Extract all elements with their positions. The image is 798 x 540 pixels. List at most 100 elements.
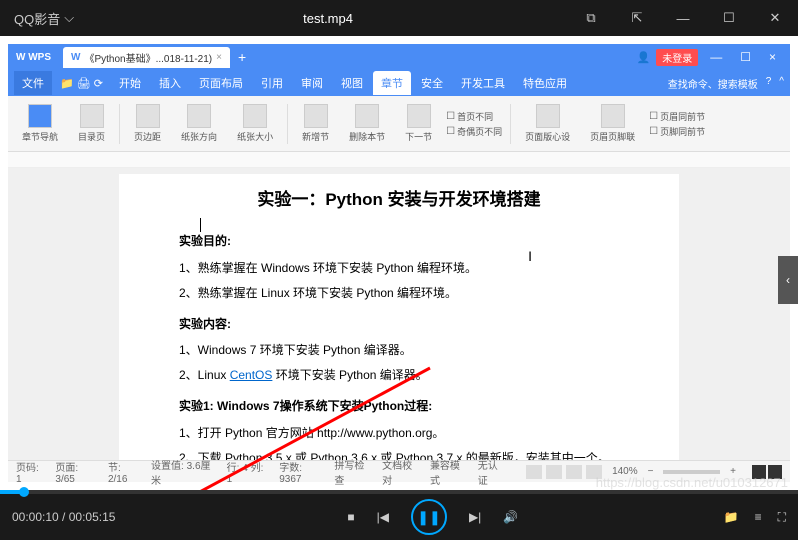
ribbon-size[interactable]: 纸张大小 <box>231 104 279 143</box>
app-name[interactable]: QQ影音 ⌵ <box>0 9 88 28</box>
doc-tab-label: 《Python基础》...018-11-21) <box>84 50 212 65</box>
check-firstpage[interactable]: 首页不同 <box>446 110 502 123</box>
help-icon[interactable]: ? <box>766 76 772 91</box>
wps-ruler[interactable] <box>8 152 790 168</box>
wps-window: W WPS W 《Python基础》...018-11-21) × + 👤 未登… <box>8 44 790 482</box>
status-rowcol: 行: 4 列: 1 <box>227 459 270 485</box>
status-section[interactable]: 节: 2/16 <box>108 459 141 485</box>
time-display: 00:00:10 / 00:05:15 <box>12 510 142 524</box>
menu-file[interactable]: 文件 <box>14 71 52 95</box>
check-footer-prev[interactable]: 页脚同前节 <box>649 125 705 138</box>
wps-ribbon: 章节导航 目录页 页边距 纸张方向 纸张大小 新增节 删除本节 下一节 首页不同… <box>8 96 790 152</box>
menu-insert[interactable]: 插入 <box>151 71 189 95</box>
ribbon-delsec[interactable]: 删除本节 <box>343 104 391 143</box>
status-spell[interactable]: 拼写检查 <box>334 457 372 487</box>
doc-p2: 2、熟练掌握在 Linux 环境下安装 Python 编程环境。 <box>179 282 619 305</box>
ribbon-orient[interactable]: 纸张方向 <box>175 104 223 143</box>
playlist-button[interactable]: ≡ <box>755 510 762 524</box>
pip-button[interactable]: ⧉ <box>568 0 614 36</box>
collapse-ribbon-icon[interactable]: ^ <box>779 76 784 91</box>
video-content[interactable]: W WPS W 《Python基础》...018-11-21) × + 👤 未登… <box>0 36 798 490</box>
view-mode-icons[interactable] <box>526 465 602 479</box>
status-cert: 无认证 <box>478 457 506 487</box>
menu-review[interactable]: 审阅 <box>293 71 331 95</box>
menu-view[interactable]: 视图 <box>333 71 371 95</box>
menu-ref[interactable]: 引用 <box>253 71 291 95</box>
controls-center: ■ |◀ ❚❚ ▶| 🔊 <box>142 499 724 535</box>
add-tab-button[interactable]: + <box>230 49 254 65</box>
check-header-prev[interactable]: 页眉同前节 <box>649 110 705 123</box>
video-filename: test.mp4 <box>88 11 568 26</box>
menu-chapter[interactable]: 章节 <box>373 71 411 95</box>
window-controls: ⧉ ⇱ — ☐ ✕ <box>568 0 798 36</box>
doc-p6: 2、下载 Python 3.5.x 或 Python 3.6.x 或 Pytho… <box>179 447 619 460</box>
login-badge[interactable]: 未登录 <box>656 49 698 66</box>
open-button[interactable]: 📁 <box>724 510 739 524</box>
volume-button[interactable]: 🔊 <box>503 510 518 524</box>
player-controls: 00:00:10 / 00:05:15 ■ |◀ ❚❚ ▶| 🔊 📁 ≡ ⛶ <box>0 494 798 540</box>
doc-title: 实验一：Python 安装与开发环境搭建 <box>179 184 619 216</box>
ribbon-pageset[interactable]: 页面版心设 <box>519 104 576 143</box>
document-page: 实验一：Python 安装与开发环境搭建 实验目的: 1、熟练掌握在 Windo… <box>119 174 679 460</box>
doc-p4: 2、Linux CentOS 环境下安装 Python 编译器。 <box>179 364 619 387</box>
status-compat: 兼容模式 <box>430 457 468 487</box>
menu-dev[interactable]: 开发工具 <box>453 71 513 95</box>
user-icon[interactable]: 👤 <box>637 51 651 64</box>
doc-p1: 1、熟练掌握在 Windows 环境下安装 Python 编程环境。 <box>179 257 619 280</box>
ribbon-nav[interactable]: 章节导航 <box>16 104 64 143</box>
search-hint[interactable]: 查找命令、搜索模板 <box>668 76 758 91</box>
status-words[interactable]: 字数: 9367 <box>279 459 324 485</box>
ribbon-toc[interactable]: 目录页 <box>72 104 111 143</box>
menu-start[interactable]: 开始 <box>111 71 149 95</box>
maximize-button[interactable]: ☐ <box>706 0 752 36</box>
wps-close[interactable]: × <box>763 50 782 64</box>
close-tab-icon[interactable]: × <box>216 52 222 63</box>
status-pages[interactable]: 页面: 3/65 <box>55 459 98 485</box>
doc-p3: 1、Windows 7 环境下安装 Python 编译器。 <box>179 339 619 362</box>
ibeam-cursor-icon: I <box>528 248 532 264</box>
close-button[interactable]: ✕ <box>752 0 798 36</box>
pin-button[interactable]: ⇱ <box>614 0 660 36</box>
ribbon-checks2: 页眉同前节 页脚同前节 <box>649 110 705 138</box>
menu-home-icons[interactable]: 📁 🖨 ⟳ <box>54 77 109 90</box>
side-panel-handle[interactable]: ‹ <box>778 256 798 304</box>
app-name-label: QQ影音 <box>14 9 60 28</box>
next-button[interactable]: ▶| <box>469 510 481 524</box>
ribbon-margin[interactable]: 页边距 <box>128 104 167 143</box>
status-page[interactable]: 页码: 1 <box>16 459 45 485</box>
ribbon-nextsec[interactable]: 下一节 <box>399 104 438 143</box>
check-oddeven[interactable]: 奇偶页不同 <box>446 125 502 138</box>
prev-button[interactable]: |◀ <box>377 510 389 524</box>
ribbon-newsec[interactable]: 新增节 <box>296 104 335 143</box>
status-pos: 设置值: 3.6厘米 <box>151 457 217 487</box>
doc-h1: 实验目的: <box>179 230 619 253</box>
menubar-right: 查找命令、搜索模板 ? ^ <box>668 76 784 91</box>
ribbon-checks1: 首页不同 奇偶页不同 <box>446 110 502 138</box>
doc-icon: W <box>71 52 80 63</box>
wps-document-area[interactable]: 实验一：Python 安装与开发环境搭建 实验目的: 1、熟练掌握在 Windo… <box>8 168 790 460</box>
menu-special[interactable]: 特色应用 <box>515 71 575 95</box>
menu-layout[interactable]: 页面布局 <box>191 71 251 95</box>
chevron-down-icon: ⌵ <box>64 10 74 26</box>
seek-fill <box>0 490 24 494</box>
doc-h3: 实验1: Windows 7操作系统下安装Python过程: <box>179 395 619 418</box>
wps-titlebar-right: 👤 未登录 — ☐ × <box>637 49 790 66</box>
centos-link: CentOS <box>230 368 273 382</box>
doc-p5: 1、打开 Python 官方网站 http://www.python.org。 <box>179 422 619 445</box>
fullscreen-button[interactable]: ⛶ <box>778 510 786 525</box>
wps-maximize[interactable]: ☐ <box>734 50 757 64</box>
minimize-button[interactable]: — <box>660 0 706 36</box>
wps-logo: W WPS <box>8 52 59 63</box>
wps-document-tab[interactable]: W 《Python基础》...018-11-21) × <box>63 47 230 68</box>
seek-thumb[interactable] <box>19 487 29 497</box>
pause-button[interactable]: ❚❚ <box>411 499 447 535</box>
status-proof[interactable]: 文档校对 <box>382 457 420 487</box>
seek-bar[interactable] <box>0 490 798 494</box>
zoom-slider[interactable] <box>663 470 720 474</box>
stop-button[interactable]: ■ <box>347 510 354 524</box>
controls-right: 📁 ≡ ⛶ <box>724 510 786 525</box>
menu-security[interactable]: 安全 <box>413 71 451 95</box>
wps-minimize[interactable]: — <box>704 50 728 64</box>
player-titlebar: QQ影音 ⌵ test.mp4 ⧉ ⇱ — ☐ ✕ <box>0 0 798 36</box>
ribbon-hflink[interactable]: 页眉页脚联 <box>584 104 641 143</box>
